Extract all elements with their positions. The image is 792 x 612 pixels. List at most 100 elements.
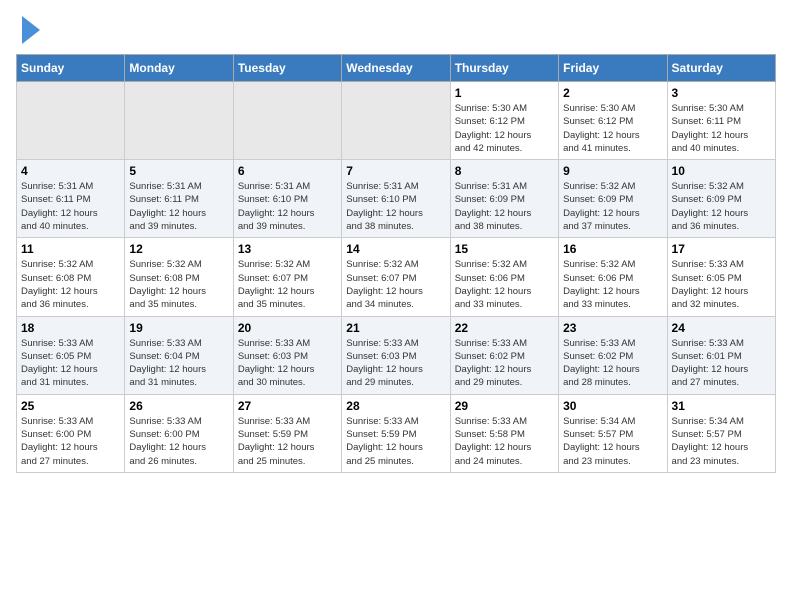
calendar-cell: 11 Sunrise: 5:32 AM Sunset: 6:08 PM Dayli… [17, 238, 125, 316]
header [16, 16, 776, 44]
day-info: Sunrise: 5:33 AM Sunset: 6:02 PM Dayligh… [563, 337, 662, 390]
calendar-cell [342, 82, 450, 160]
day-info: Sunrise: 5:31 AM Sunset: 6:09 PM Dayligh… [455, 180, 554, 233]
week-row-3: 11 Sunrise: 5:32 AM Sunset: 6:08 PM Dayli… [17, 238, 776, 316]
day-number: 13 [238, 242, 337, 256]
day-info: Sunrise: 5:31 AM Sunset: 6:11 PM Dayligh… [129, 180, 228, 233]
calendar-cell: 10 Sunrise: 5:32 AM Sunset: 6:09 PM Dayli… [667, 160, 775, 238]
day-number: 12 [129, 242, 228, 256]
day-number: 21 [346, 321, 445, 335]
calendar-cell: 12 Sunrise: 5:32 AM Sunset: 6:08 PM Dayli… [125, 238, 233, 316]
calendar-cell: 25 Sunrise: 5:33 AM Sunset: 6:00 PM Dayli… [17, 394, 125, 472]
day-number: 2 [563, 86, 662, 100]
week-row-4: 18 Sunrise: 5:33 AM Sunset: 6:05 PM Dayli… [17, 316, 776, 394]
calendar-cell [17, 82, 125, 160]
calendar-cell: 18 Sunrise: 5:33 AM Sunset: 6:05 PM Dayli… [17, 316, 125, 394]
day-number: 22 [455, 321, 554, 335]
day-number: 11 [21, 242, 120, 256]
calendar-cell [125, 82, 233, 160]
day-info: Sunrise: 5:33 AM Sunset: 6:03 PM Dayligh… [346, 337, 445, 390]
calendar-cell: 23 Sunrise: 5:33 AM Sunset: 6:02 PM Dayli… [559, 316, 667, 394]
day-number: 15 [455, 242, 554, 256]
calendar-cell: 7 Sunrise: 5:31 AM Sunset: 6:10 PM Daylig… [342, 160, 450, 238]
day-number: 9 [563, 164, 662, 178]
day-number: 26 [129, 399, 228, 413]
calendar-cell: 15 Sunrise: 5:32 AM Sunset: 6:06 PM Dayli… [450, 238, 558, 316]
day-number: 30 [563, 399, 662, 413]
col-header-monday: Monday [125, 55, 233, 82]
calendar-cell: 31 Sunrise: 5:34 AM Sunset: 5:57 PM Dayli… [667, 394, 775, 472]
day-number: 29 [455, 399, 554, 413]
day-info: Sunrise: 5:32 AM Sunset: 6:08 PM Dayligh… [21, 258, 120, 311]
day-info: Sunrise: 5:32 AM Sunset: 6:06 PM Dayligh… [455, 258, 554, 311]
day-info: Sunrise: 5:30 AM Sunset: 6:12 PM Dayligh… [455, 102, 554, 155]
calendar-cell: 20Sunrise: 5:33 AM Sunset: 6:03 PM Dayli… [233, 316, 341, 394]
day-info: Sunrise: 5:32 AM Sunset: 6:06 PM Dayligh… [563, 258, 662, 311]
day-number: 6 [238, 164, 337, 178]
calendar-cell: 8 Sunrise: 5:31 AM Sunset: 6:09 PM Daylig… [450, 160, 558, 238]
calendar-cell [233, 82, 341, 160]
day-info: Sunrise: 5:34 AM Sunset: 5:57 PM Dayligh… [563, 415, 662, 468]
week-row-2: 4Sunrise: 5:31 AM Sunset: 6:11 PM Daylig… [17, 160, 776, 238]
day-number: 14 [346, 242, 445, 256]
day-number: 8 [455, 164, 554, 178]
day-info: Sunrise: 5:33 AM Sunset: 6:00 PM Dayligh… [129, 415, 228, 468]
day-info: Sunrise: 5:34 AM Sunset: 5:57 PM Dayligh… [672, 415, 771, 468]
day-number: 20 [238, 321, 337, 335]
day-number: 25 [21, 399, 120, 413]
day-info: Sunrise: 5:33 AM Sunset: 5:59 PM Dayligh… [238, 415, 337, 468]
day-number: 28 [346, 399, 445, 413]
calendar-cell: 13 Sunrise: 5:32 AM Sunset: 6:07 PM Dayli… [233, 238, 341, 316]
day-info: Sunrise: 5:32 AM Sunset: 6:09 PM Dayligh… [672, 180, 771, 233]
calendar-cell: 29 Sunrise: 5:33 AM Sunset: 5:58 PM Dayli… [450, 394, 558, 472]
col-header-friday: Friday [559, 55, 667, 82]
day-info: Sunrise: 5:32 AM Sunset: 6:08 PM Dayligh… [129, 258, 228, 311]
day-number: 3 [672, 86, 771, 100]
col-header-thursday: Thursday [450, 55, 558, 82]
day-info: Sunrise: 5:30 AM Sunset: 6:12 PM Dayligh… [563, 102, 662, 155]
calendar-cell: 28 Sunrise: 5:33 AM Sunset: 5:59 PM Dayli… [342, 394, 450, 472]
day-number: 31 [672, 399, 771, 413]
day-number: 18 [21, 321, 120, 335]
day-number: 5 [129, 164, 228, 178]
day-info: Sunrise: 5:33 AM Sunset: 6:05 PM Dayligh… [21, 337, 120, 390]
calendar-cell: 30 Sunrise: 5:34 AM Sunset: 5:57 PM Dayli… [559, 394, 667, 472]
calendar-cell: 9Sunrise: 5:32 AM Sunset: 6:09 PM Daylig… [559, 160, 667, 238]
col-header-wednesday: Wednesday [342, 55, 450, 82]
calendar-cell: 17 Sunrise: 5:33 AM Sunset: 6:05 PM Dayli… [667, 238, 775, 316]
day-info: Sunrise: 5:31 AM Sunset: 6:11 PM Dayligh… [21, 180, 120, 233]
day-number: 19 [129, 321, 228, 335]
calendar-cell: 4Sunrise: 5:31 AM Sunset: 6:11 PM Daylig… [17, 160, 125, 238]
day-info: Sunrise: 5:33 AM Sunset: 5:59 PM Dayligh… [346, 415, 445, 468]
calendar-cell: 6 Sunrise: 5:31 AM Sunset: 6:10 PM Daylig… [233, 160, 341, 238]
day-number: 10 [672, 164, 771, 178]
day-info: Sunrise: 5:32 AM Sunset: 6:07 PM Dayligh… [346, 258, 445, 311]
day-number: 7 [346, 164, 445, 178]
calendar-cell: 3 Sunrise: 5:30 AM Sunset: 6:11 PM Daylig… [667, 82, 775, 160]
calendar-cell: 14 Sunrise: 5:32 AM Sunset: 6:07 PM Dayli… [342, 238, 450, 316]
logo-arrow-icon [22, 16, 40, 44]
day-number: 24 [672, 321, 771, 335]
calendar-cell: 21 Sunrise: 5:33 AM Sunset: 6:03 PM Dayli… [342, 316, 450, 394]
calendar-cell: 2 Sunrise: 5:30 AM Sunset: 6:12 PM Daylig… [559, 82, 667, 160]
calendar-cell: 1Sunrise: 5:30 AM Sunset: 6:12 PM Daylig… [450, 82, 558, 160]
day-info: Sunrise: 5:30 AM Sunset: 6:11 PM Dayligh… [672, 102, 771, 155]
day-info: Sunrise: 5:32 AM Sunset: 6:07 PM Dayligh… [238, 258, 337, 311]
calendar-cell: 27Sunrise: 5:33 AM Sunset: 5:59 PM Dayli… [233, 394, 341, 472]
day-number: 16 [563, 242, 662, 256]
calendar-cell: 26 Sunrise: 5:33 AM Sunset: 6:00 PM Dayli… [125, 394, 233, 472]
calendar-cell: 24Sunrise: 5:33 AM Sunset: 6:01 PM Dayli… [667, 316, 775, 394]
day-info: Sunrise: 5:33 AM Sunset: 5:58 PM Dayligh… [455, 415, 554, 468]
calendar-cell: 19Sunrise: 5:33 AM Sunset: 6:04 PM Dayli… [125, 316, 233, 394]
day-info: Sunrise: 5:33 AM Sunset: 6:05 PM Dayligh… [672, 258, 771, 311]
calendar-cell: 16 Sunrise: 5:32 AM Sunset: 6:06 PM Dayli… [559, 238, 667, 316]
day-number: 17 [672, 242, 771, 256]
day-info: Sunrise: 5:31 AM Sunset: 6:10 PM Dayligh… [346, 180, 445, 233]
col-header-sunday: Sunday [17, 55, 125, 82]
day-info: Sunrise: 5:33 AM Sunset: 6:02 PM Dayligh… [455, 337, 554, 390]
day-info: Sunrise: 5:31 AM Sunset: 6:10 PM Dayligh… [238, 180, 337, 233]
calendar-cell: 5 Sunrise: 5:31 AM Sunset: 6:11 PM Daylig… [125, 160, 233, 238]
day-info: Sunrise: 5:33 AM Sunset: 6:00 PM Dayligh… [21, 415, 120, 468]
calendar-table: SundayMondayTuesdayWednesdayThursdayFrid… [16, 54, 776, 473]
day-number: 23 [563, 321, 662, 335]
